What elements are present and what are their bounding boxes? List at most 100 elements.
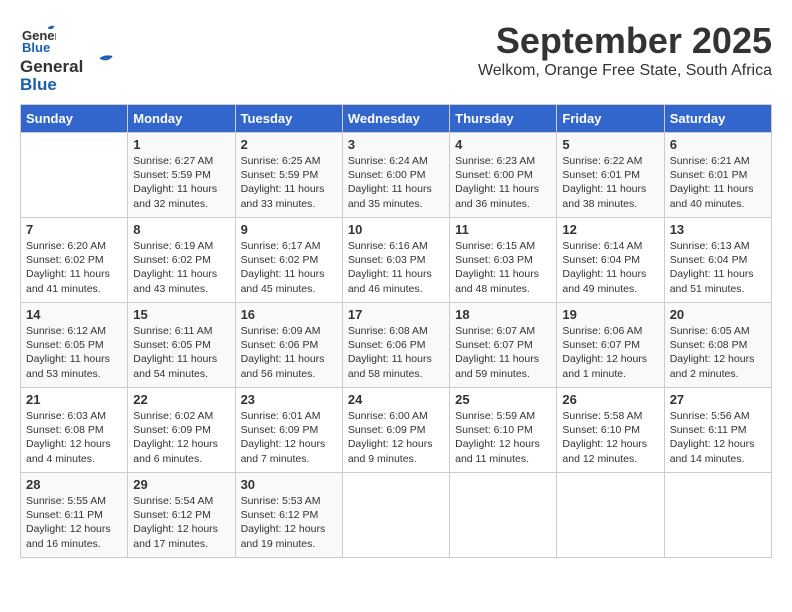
week-row-1: 7 Sunrise: 6:20 AM Sunset: 6:02 PM Daylig… xyxy=(21,218,772,303)
day-info: Sunrise: 6:17 AM Sunset: 6:02 PM Dayligh… xyxy=(241,239,337,296)
day-number: 4 xyxy=(455,137,551,152)
svg-text:Blue: Blue xyxy=(20,75,57,94)
day-cell: 6 Sunrise: 6:21 AM Sunset: 6:01 PM Daylig… xyxy=(664,133,771,218)
day-cell: 18 Sunrise: 6:07 AM Sunset: 6:07 PM Dayli… xyxy=(450,303,557,388)
day-info: Sunrise: 6:11 AM Sunset: 6:05 PM Dayligh… xyxy=(133,324,229,381)
day-info: Sunrise: 5:58 AM Sunset: 6:10 PM Dayligh… xyxy=(562,409,658,466)
day-info: Sunrise: 6:19 AM Sunset: 6:02 PM Dayligh… xyxy=(133,239,229,296)
day-info: Sunrise: 6:22 AM Sunset: 6:01 PM Dayligh… xyxy=(562,154,658,211)
day-number: 7 xyxy=(26,222,122,237)
day-header-friday: Friday xyxy=(557,105,664,133)
day-number: 8 xyxy=(133,222,229,237)
day-info: Sunrise: 6:27 AM Sunset: 5:59 PM Dayligh… xyxy=(133,154,229,211)
day-cell: 19 Sunrise: 6:06 AM Sunset: 6:07 PM Dayli… xyxy=(557,303,664,388)
week-row-0: 1 Sunrise: 6:27 AM Sunset: 5:59 PM Daylig… xyxy=(21,133,772,218)
day-number: 10 xyxy=(348,222,444,237)
day-cell: 12Sunrise: 6:14 AM Sunset: 6:04 PM Dayli… xyxy=(557,218,664,303)
day-info: Sunrise: 6:03 AM Sunset: 6:08 PM Dayligh… xyxy=(26,409,122,466)
day-cell xyxy=(664,473,771,558)
day-info: Sunrise: 6:20 AM Sunset: 6:02 PM Dayligh… xyxy=(26,239,122,296)
svg-text:General: General xyxy=(20,57,83,76)
day-header-saturday: Saturday xyxy=(664,105,771,133)
day-cell xyxy=(342,473,449,558)
day-info: Sunrise: 5:53 AM Sunset: 6:12 PM Dayligh… xyxy=(241,494,337,551)
day-header-sunday: Sunday xyxy=(21,105,128,133)
page-header: General Blue General Blue September 2025… xyxy=(20,20,772,94)
day-info: Sunrise: 6:21 AM Sunset: 6:01 PM Dayligh… xyxy=(670,154,766,211)
day-cell xyxy=(21,133,128,218)
day-cell: 29Sunrise: 5:54 AM Sunset: 6:12 PM Dayli… xyxy=(128,473,235,558)
day-info: Sunrise: 6:07 AM Sunset: 6:07 PM Dayligh… xyxy=(455,324,551,381)
day-cell: 22 Sunrise: 6:02 AM Sunset: 6:09 PM Dayli… xyxy=(128,388,235,473)
day-number: 30 xyxy=(241,477,337,492)
day-number: 9 xyxy=(241,222,337,237)
day-number: 3 xyxy=(348,137,444,152)
day-cell: 25Sunrise: 5:59 AM Sunset: 6:10 PM Dayli… xyxy=(450,388,557,473)
day-info: Sunrise: 6:23 AM Sunset: 6:00 PM Dayligh… xyxy=(455,154,551,211)
day-cell: 21 Sunrise: 6:03 AM Sunset: 6:08 PM Dayli… xyxy=(21,388,128,473)
day-info: Sunrise: 6:25 AM Sunset: 5:59 PM Dayligh… xyxy=(241,154,337,211)
day-cell: 13 Sunrise: 6:13 AM Sunset: 6:04 PM Dayli… xyxy=(664,218,771,303)
day-header-monday: Monday xyxy=(128,105,235,133)
day-number: 28 xyxy=(26,477,122,492)
day-cell: 1 Sunrise: 6:27 AM Sunset: 5:59 PM Daylig… xyxy=(128,133,235,218)
day-cell: 10 Sunrise: 6:16 AM Sunset: 6:03 PM Dayli… xyxy=(342,218,449,303)
calendar-body: 1 Sunrise: 6:27 AM Sunset: 5:59 PM Daylig… xyxy=(21,133,772,558)
day-info: Sunrise: 6:02 AM Sunset: 6:09 PM Dayligh… xyxy=(133,409,229,466)
calendar-header-row: SundayMondayTuesdayWednesdayThursdayFrid… xyxy=(21,105,772,133)
day-number: 23 xyxy=(241,392,337,407)
day-number: 17 xyxy=(348,307,444,322)
day-info: Sunrise: 6:05 AM Sunset: 6:08 PM Dayligh… xyxy=(670,324,766,381)
subtitle: Welkom, Orange Free State, South Africa xyxy=(478,62,772,80)
day-cell: 24Sunrise: 6:00 AM Sunset: 6:09 PM Dayli… xyxy=(342,388,449,473)
day-cell: 8 Sunrise: 6:19 AM Sunset: 6:02 PM Daylig… xyxy=(128,218,235,303)
logo: General Blue General Blue xyxy=(20,20,120,94)
day-number: 29 xyxy=(133,477,229,492)
day-number: 15 xyxy=(133,307,229,322)
day-cell: 27Sunrise: 5:56 AM Sunset: 6:11 PM Dayli… xyxy=(664,388,771,473)
day-info: Sunrise: 6:16 AM Sunset: 6:03 PM Dayligh… xyxy=(348,239,444,296)
day-info: Sunrise: 5:59 AM Sunset: 6:10 PM Dayligh… xyxy=(455,409,551,466)
day-cell: 11Sunrise: 6:15 AM Sunset: 6:03 PM Dayli… xyxy=(450,218,557,303)
logo-full: General Blue xyxy=(20,52,120,94)
day-number: 21 xyxy=(26,392,122,407)
day-cell: 4 Sunrise: 6:23 AM Sunset: 6:00 PM Daylig… xyxy=(450,133,557,218)
day-number: 6 xyxy=(670,137,766,152)
day-cell: 28 Sunrise: 5:55 AM Sunset: 6:11 PM Dayli… xyxy=(21,473,128,558)
week-row-2: 14 Sunrise: 6:12 AM Sunset: 6:05 PM Dayli… xyxy=(21,303,772,388)
day-info: Sunrise: 6:06 AM Sunset: 6:07 PM Dayligh… xyxy=(562,324,658,381)
day-cell: 23 Sunrise: 6:01 AM Sunset: 6:09 PM Dayli… xyxy=(235,388,342,473)
day-info: Sunrise: 6:01 AM Sunset: 6:09 PM Dayligh… xyxy=(241,409,337,466)
day-header-tuesday: Tuesday xyxy=(235,105,342,133)
day-cell: 2 Sunrise: 6:25 AM Sunset: 5:59 PM Daylig… xyxy=(235,133,342,218)
day-info: Sunrise: 6:13 AM Sunset: 6:04 PM Dayligh… xyxy=(670,239,766,296)
day-number: 14 xyxy=(26,307,122,322)
day-info: Sunrise: 6:08 AM Sunset: 6:06 PM Dayligh… xyxy=(348,324,444,381)
day-cell: 3 Sunrise: 6:24 AM Sunset: 6:00 PM Daylig… xyxy=(342,133,449,218)
day-cell: 16Sunrise: 6:09 AM Sunset: 6:06 PM Dayli… xyxy=(235,303,342,388)
day-number: 11 xyxy=(455,222,551,237)
month-title: September 2025 xyxy=(478,20,772,62)
day-cell: 5Sunrise: 6:22 AM Sunset: 6:01 PM Daylig… xyxy=(557,133,664,218)
day-info: Sunrise: 6:09 AM Sunset: 6:06 PM Dayligh… xyxy=(241,324,337,381)
day-number: 18 xyxy=(455,307,551,322)
day-cell: 30 Sunrise: 5:53 AM Sunset: 6:12 PM Dayli… xyxy=(235,473,342,558)
day-number: 1 xyxy=(133,137,229,152)
day-cell xyxy=(450,473,557,558)
day-number: 13 xyxy=(670,222,766,237)
logo-icon: General Blue xyxy=(20,20,56,56)
day-number: 20 xyxy=(670,307,766,322)
day-cell xyxy=(557,473,664,558)
day-header-thursday: Thursday xyxy=(450,105,557,133)
day-number: 19 xyxy=(562,307,658,322)
day-cell: 26Sunrise: 5:58 AM Sunset: 6:10 PM Dayli… xyxy=(557,388,664,473)
day-cell: 7 Sunrise: 6:20 AM Sunset: 6:02 PM Daylig… xyxy=(21,218,128,303)
day-cell: 14 Sunrise: 6:12 AM Sunset: 6:05 PM Dayli… xyxy=(21,303,128,388)
day-number: 22 xyxy=(133,392,229,407)
day-info: Sunrise: 6:14 AM Sunset: 6:04 PM Dayligh… xyxy=(562,239,658,296)
day-info: Sunrise: 6:12 AM Sunset: 6:05 PM Dayligh… xyxy=(26,324,122,381)
day-info: Sunrise: 5:55 AM Sunset: 6:11 PM Dayligh… xyxy=(26,494,122,551)
day-number: 2 xyxy=(241,137,337,152)
day-cell: 20 Sunrise: 6:05 AM Sunset: 6:08 PM Dayli… xyxy=(664,303,771,388)
day-info: Sunrise: 6:24 AM Sunset: 6:00 PM Dayligh… xyxy=(348,154,444,211)
